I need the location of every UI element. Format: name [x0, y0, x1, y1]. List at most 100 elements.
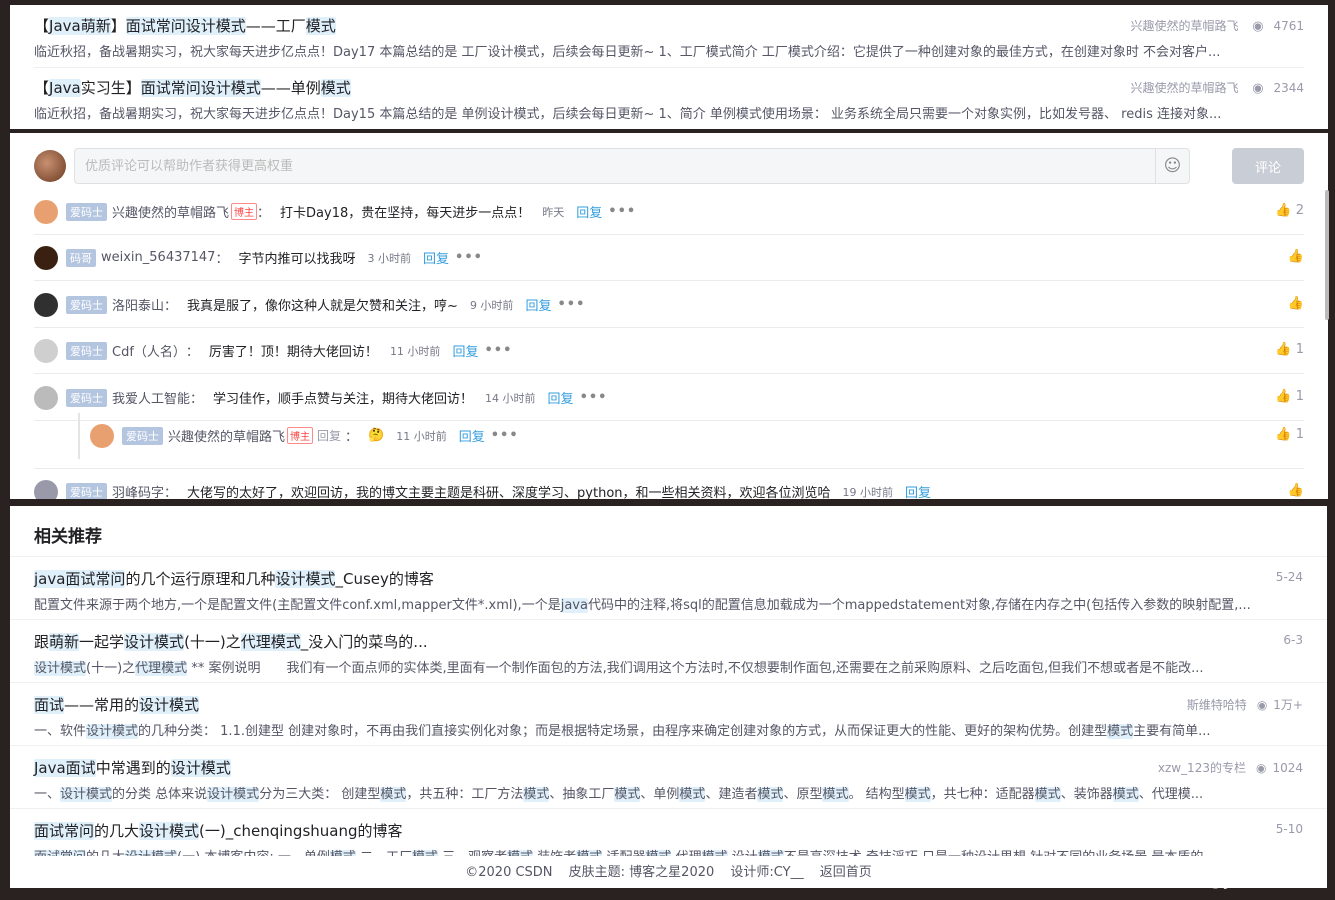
text-segment: 代码中的注释,将sql的配置信息加载成为一个mappedstatement对象,…: [587, 598, 1251, 613]
article-item[interactable]: 【Java萌新】面试常问设计模式——工厂模式 兴趣使然的草帽路飞 ◉ 4761 …: [10, 5, 1328, 68]
comment-text: 大佬写的太好了，欢迎回访，我的博文主要主题是科研、深度学习、python，和一些…: [187, 486, 831, 499]
thumbs-up-icon[interactable]: 👍: [1288, 249, 1304, 264]
scrollbar[interactable]: [1325, 190, 1329, 320]
article-title[interactable]: 【Java萌新】面试常问设计模式——工厂模式: [34, 15, 336, 36]
keyword-highlight: 面试常问设计模式: [125, 17, 246, 35]
like-button[interactable]: 👍 1: [1275, 342, 1304, 357]
recommend-item-desc: 配置文件来源于两个地方,一个是配置文件(主配置文件conf.xml,mapper…: [34, 594, 1303, 613]
comment-row: 爱码士 Cdf（人名）： 厉害了！顶！期待大佬回访！ 11 小时前 回复 ••• 👍 1: [34, 328, 1304, 374]
article-title[interactable]: 【Java实习生】面试常问设计模式——单例模式: [34, 77, 351, 98]
thumbs-up-icon[interactable]: 👍: [1275, 427, 1291, 442]
sub-reply-row: 爱码士 兴趣使然的草帽路飞 博主 回复： 🤔 11 小时前 回复 ••• 👍 1: [78, 413, 1304, 459]
avatar[interactable]: [34, 480, 58, 499]
comment-username[interactable]: Cdf（人名）: [112, 341, 186, 360]
comment-input[interactable]: [75, 149, 1155, 183]
recommend-item[interactable]: 跟萌新一起学设计模式(十一)之代理模式_没入门的菜鸟的... 6-3 设计模式(十一…: [10, 619, 1327, 681]
like-button[interactable]: 👍: [1288, 483, 1304, 498]
like-button[interactable]: 👍 1: [1275, 427, 1304, 442]
reply-button[interactable]: 回复: [548, 388, 574, 407]
reply-button[interactable]: 回复: [905, 482, 931, 499]
comment-submit-button[interactable]: 评论: [1232, 148, 1304, 184]
recommend-item[interactable]: java面试常问的几个运行原理和几种设计模式_Cusey的博客 5-24 配置文件来…: [10, 556, 1327, 618]
text-segment: _没入门的菜鸟的...: [300, 633, 428, 651]
reply-button[interactable]: 回复: [525, 295, 551, 314]
avatar[interactable]: [34, 246, 58, 270]
comment-line: 爱码士 洛阳泰山： 我真是服了，像你这种人就是欠赞和关注，哼~ 9 小时前 回复 •••: [66, 295, 585, 314]
comment-username[interactable]: 兴趣使然的草帽路飞: [112, 202, 229, 221]
like-count: 2: [1291, 203, 1304, 218]
comment-time: 9 小时前: [469, 298, 514, 312]
comment-text: 我真是服了，像你这种人就是欠赞和关注，哼~: [187, 299, 458, 314]
more-icon[interactable]: •••: [491, 428, 519, 443]
thumbs-up-icon[interactable]: 👍: [1275, 203, 1291, 218]
more-icon[interactable]: •••: [608, 204, 636, 219]
recommend-item-title[interactable]: 面试常问的几大设计模式(一)_chenqingshuang的博客: [34, 820, 403, 841]
comment-text: 打卡Day18，贵在坚持，每天进步一点点！: [280, 206, 531, 221]
footer-copyright[interactable]: ©2020 CSDN: [465, 865, 552, 880]
like-button[interactable]: 👍: [1288, 296, 1304, 311]
smile-icon[interactable]: ☺: [1155, 149, 1189, 183]
reply-button[interactable]: 回复: [576, 202, 602, 221]
comment-text: 学习佳作，顺手点赞与关注，期待大佬回访！: [213, 392, 474, 407]
recommend-item[interactable]: 面试常问的几大设计模式(一)_chenqingshuang的博客 5-10 面试常问…: [10, 808, 1327, 856]
text-segment: 、抽象工厂: [549, 787, 615, 802]
recommend-item-title[interactable]: java面试常问的几个运行原理和几种设计模式_Cusey的博客: [34, 568, 434, 589]
comment-time: 11 小时前: [389, 344, 441, 358]
recommend-item[interactable]: Java面试中常遇到的设计模式 xzw_123的专栏 ◉ 1024 一、设计模式的分类 …: [10, 745, 1327, 807]
recommend-item-desc: 一、设计模式的分类 总体来说设计模式分为三大类： 创建型模式，共五种：工厂方法模…: [34, 783, 1303, 802]
avatar[interactable]: [90, 424, 114, 448]
article-item[interactable]: 【Java实习生】面试常问设计模式——单例模式 兴趣使然的草帽路飞 ◉ 2344…: [10, 67, 1328, 129]
article-desc: 临近秋招，备战暑期实习，祝大家每天进步亿点点！Day17 本篇总结的是 工厂设计…: [34, 45, 1221, 60]
recommend-item[interactable]: 面试——常用的设计模式 斯维特哈特 ◉ 1万+ 一、软件设计模式的几种分类： 1.1.创…: [10, 682, 1327, 744]
avatar[interactable]: [34, 200, 58, 224]
thumbs-up-icon[interactable]: 👍: [1288, 296, 1304, 311]
recommend-item-author[interactable]: xzw_123的专栏: [1158, 761, 1246, 775]
avatar[interactable]: [34, 293, 58, 317]
reply-button[interactable]: 回复: [423, 248, 449, 267]
recommend-item-date: 6-3: [1283, 633, 1303, 647]
comment-username[interactable]: 我爱人工智能: [112, 388, 190, 407]
comment-username[interactable]: weixin_56437147: [101, 250, 215, 265]
keyword-highlight: 模式: [614, 787, 641, 802]
like-button[interactable]: 👍: [1288, 249, 1304, 264]
text-segment: 、单例: [640, 787, 680, 802]
text-segment: 一起学: [79, 633, 125, 651]
more-icon[interactable]: •••: [455, 250, 483, 265]
text-segment: ** 案例说明 我们有一个面点师的实体类,里面有一个制作面包的方法,我们调用这个…: [187, 661, 1204, 676]
like-button[interactable]: 👍 2: [1275, 203, 1304, 218]
reply-button[interactable]: 回复: [459, 426, 485, 445]
like-button[interactable]: 👍 1: [1275, 389, 1304, 404]
recommend-item-title[interactable]: Java面试中常遇到的设计模式: [34, 757, 231, 778]
comment-username[interactable]: 兴趣使然的草帽路飞: [168, 426, 285, 445]
user-badge: 爱码士: [66, 482, 107, 499]
article-author[interactable]: 兴趣使然的草帽路飞: [1130, 81, 1238, 95]
text-segment: ——常用的: [64, 696, 140, 714]
footer-home-link[interactable]: 返回首页: [820, 865, 872, 880]
footer-designer[interactable]: 设计师:CY__: [730, 865, 803, 880]
comment-username[interactable]: 洛阳泰山: [112, 295, 164, 314]
thumbs-up-icon[interactable]: 👍: [1275, 342, 1291, 357]
recommend-item-title[interactable]: 跟萌新一起学设计模式(十一)之代理模式_没入门的菜鸟的...: [34, 631, 428, 652]
text-segment: 一、: [34, 787, 61, 802]
like-count: 1: [1291, 427, 1304, 442]
more-icon[interactable]: •••: [484, 343, 512, 358]
footer: ©2020 CSDN 皮肤主题: 博客之星2020 设计师:CY__ 返回首页: [10, 856, 1327, 888]
thumbs-up-icon[interactable]: 👍: [1275, 389, 1291, 404]
thumbs-up-icon[interactable]: 👍: [1288, 483, 1304, 498]
keyword-highlight: 面试常问: [34, 822, 95, 840]
more-icon[interactable]: •••: [580, 390, 608, 405]
avatar[interactable]: [34, 386, 58, 410]
article-author[interactable]: 兴趣使然的草帽路飞: [1130, 19, 1238, 33]
reply-button[interactable]: 回复: [452, 341, 478, 360]
comment-line: 爱码士 兴趣使然的草帽路飞 博主 回复： 🤔 11 小时前 回复 •••: [122, 426, 519, 445]
text-segment: (十一)之: [184, 633, 241, 651]
comment-input-box[interactable]: ☺: [74, 148, 1190, 184]
keyword-highlight: 模式: [305, 17, 336, 35]
more-icon[interactable]: •••: [557, 297, 585, 312]
keyword-highlight: 设计模式: [60, 787, 113, 802]
comment-line: 爱码士 羽峰码字： 大佬写的太好了，欢迎回访，我的博文主要主题是科研、深度学习、py…: [66, 482, 931, 499]
avatar[interactable]: [34, 339, 58, 363]
recommend-item-title[interactable]: 面试——常用的设计模式: [34, 694, 200, 715]
recommend-item-author[interactable]: 斯维特哈特: [1187, 698, 1247, 712]
comment-username[interactable]: 羽峰码字: [112, 482, 164, 499]
